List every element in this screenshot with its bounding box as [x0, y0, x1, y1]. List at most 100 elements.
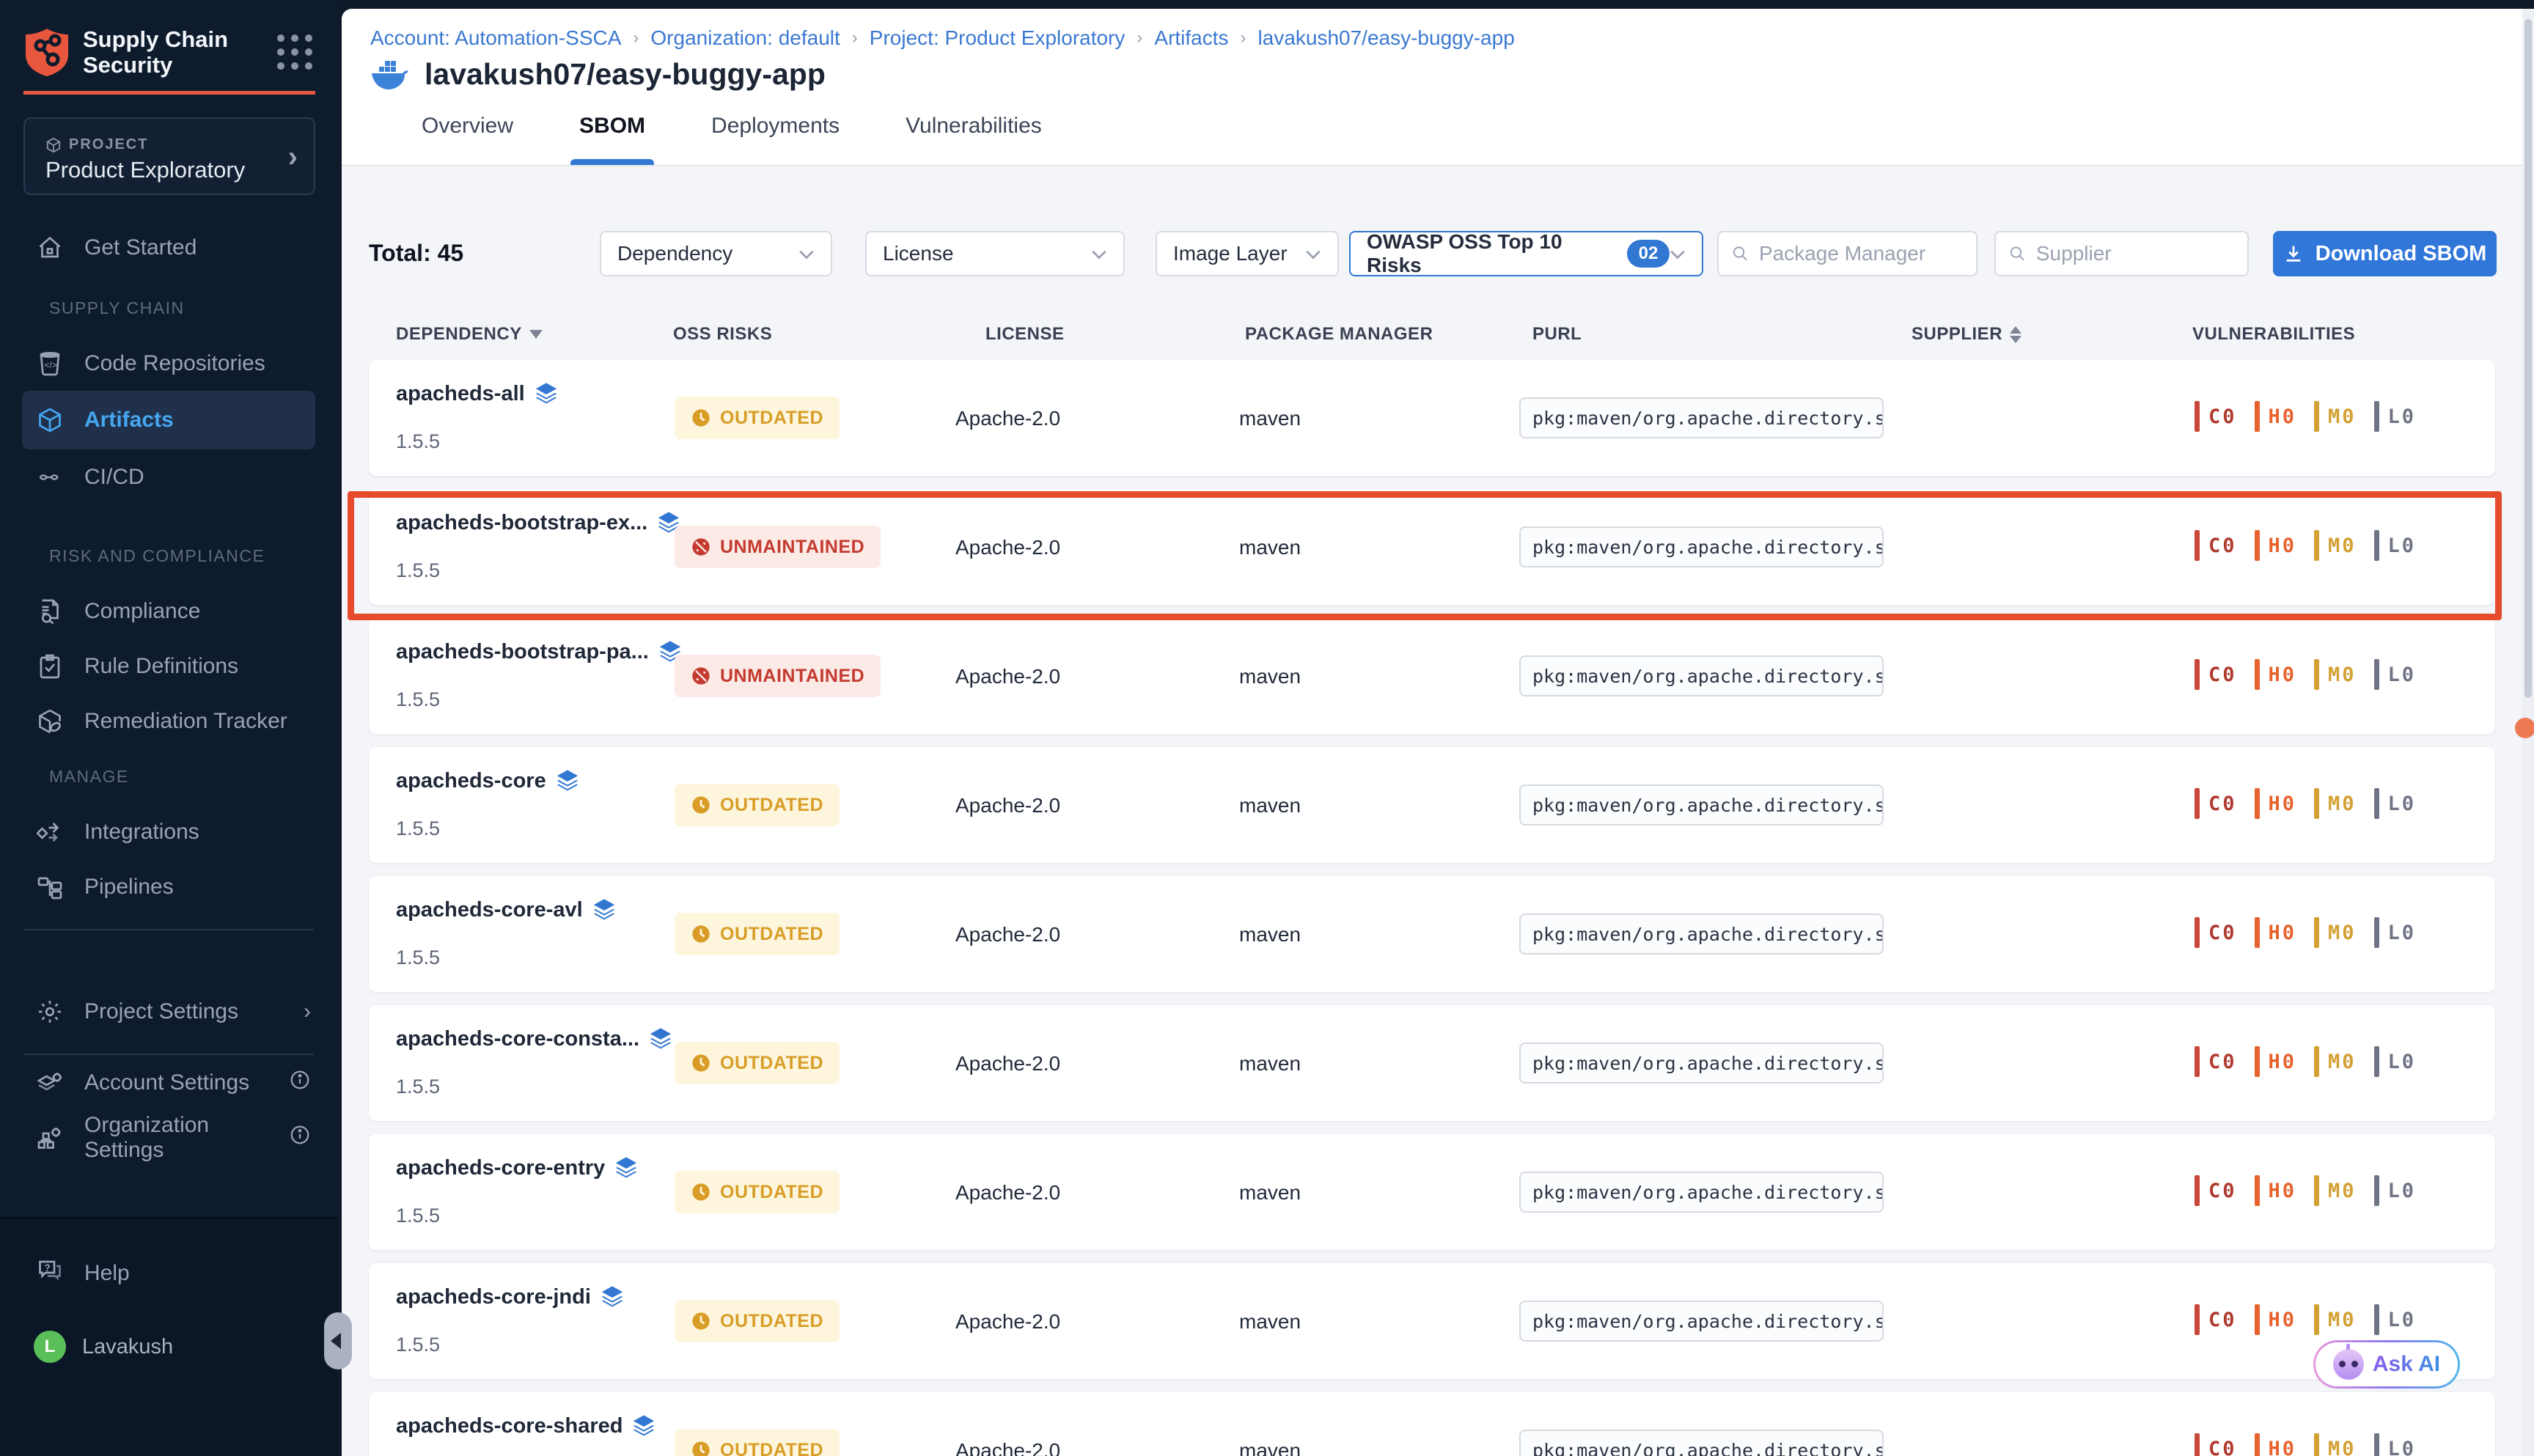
- ask-ai-button[interactable]: Ask AI: [2313, 1340, 2460, 1389]
- package-manager-search-input[interactable]: [1759, 242, 1963, 265]
- table-row[interactable]: apacheds-core1.5.5OUTDATEDApache-2.0mave…: [369, 747, 2495, 863]
- scrollbar-thumb[interactable]: [2524, 19, 2532, 698]
- dependency-name[interactable]: apacheds-core-consta...: [396, 1027, 673, 1051]
- project-selector[interactable]: PROJECT Product Exploratory ›: [23, 117, 315, 195]
- package-manager-cell: maven: [1239, 1052, 1301, 1076]
- vuln-high: H0: [2255, 659, 2297, 690]
- table-row[interactable]: apacheds-core-jndi1.5.5OUTDATEDApache-2.…: [369, 1263, 2495, 1379]
- breadcrumb-item[interactable]: Organization: default: [650, 26, 840, 50]
- sidebar-item-organization-settings[interactable]: Organization Settings: [0, 1110, 337, 1165]
- dependency-name[interactable]: apacheds-core-avl: [396, 898, 617, 922]
- oss-risk-badge: OUTDATED: [675, 1429, 840, 1456]
- outdated-clock-icon: [691, 924, 711, 944]
- sidebar-item-remediation-tracker[interactable]: Remediation Tracker: [0, 694, 337, 749]
- layers-icon: [534, 383, 559, 406]
- outdated-clock-icon: [691, 408, 711, 428]
- purl-pill[interactable]: pkg:maven/org.apache.directory.s…: [1519, 1043, 1884, 1084]
- app-switcher-icon[interactable]: [274, 32, 315, 73]
- dependency-version: 1.5.5: [396, 1205, 440, 1227]
- dependency-name[interactable]: apacheds-bootstrap-pa...: [396, 640, 683, 664]
- sidebar-item-help[interactable]: ? Help: [0, 1248, 337, 1299]
- sidebar-item-code-repositories[interactable]: </>Code Repositories: [0, 336, 337, 391]
- sidebar-collapse-handle[interactable]: [324, 1312, 352, 1369]
- table-row[interactable]: apacheds-bootstrap-ex...1.5.5UNMAINTAINE…: [369, 489, 2495, 605]
- table-row[interactable]: apacheds-core-entry1.5.5OUTDATEDApache-2…: [369, 1134, 2495, 1250]
- download-sbom-button[interactable]: Download SBOM: [2273, 231, 2497, 276]
- sidebar-item-get-started[interactable]: Get Started: [0, 220, 337, 275]
- supplier-search-input[interactable]: [2036, 242, 2234, 265]
- column-dependency[interactable]: DEPENDENCY: [396, 324, 543, 345]
- tabs: Overview SBOM Deployments Vulnerabilities: [422, 114, 1042, 165]
- breadcrumb-item[interactable]: Project: Product Exploratory: [870, 26, 1125, 50]
- dependency-filter-dropdown[interactable]: Dependency: [600, 231, 832, 276]
- purl-pill[interactable]: pkg:maven/org.apache.directory.s…: [1519, 784, 1884, 826]
- sidebar-item-artifacts[interactable]: Artifacts: [22, 391, 315, 449]
- user-menu[interactable]: L Lavakush: [0, 1321, 337, 1372]
- layers-gear-icon: [37, 1070, 63, 1096]
- purl-pill[interactable]: pkg:maven/org.apache.directory.s…: [1519, 1301, 1884, 1342]
- sidebar-item-account-settings[interactable]: Account Settings: [0, 1055, 337, 1110]
- box-tag-icon: [37, 708, 63, 735]
- purl-pill[interactable]: pkg:maven/org.apache.directory.s…: [1519, 655, 1884, 696]
- avatar: L: [34, 1331, 66, 1363]
- image-layer-filter-dropdown[interactable]: Image Layer: [1156, 231, 1339, 276]
- dependency-name[interactable]: apacheds-core: [396, 769, 580, 793]
- oss-risk-badge: UNMAINTAINED: [675, 655, 881, 697]
- table-row[interactable]: apacheds-core-shared1.5.5OUTDATEDApache-…: [369, 1392, 2495, 1456]
- unmaintained-icon: [691, 537, 711, 557]
- vuln-high: H0: [2255, 1433, 2297, 1456]
- home-icon: [37, 235, 63, 261]
- sidebar-item-label: Project Settings: [84, 999, 238, 1024]
- package-manager-cell: maven: [1239, 407, 1301, 430]
- sidebar-item-integrations[interactable]: Integrations: [0, 804, 337, 859]
- purl-pill[interactable]: pkg:maven/org.apache.directory.s…: [1519, 1430, 1884, 1456]
- breadcrumb-item[interactable]: Account: Automation-SSCA: [370, 26, 621, 50]
- user-name: Lavakush: [82, 1335, 173, 1359]
- org-gear-icon: [37, 1125, 63, 1151]
- purl-pill[interactable]: pkg:maven/org.apache.directory.s…: [1519, 1172, 1884, 1213]
- sidebar-item-cicd[interactable]: CI/CD: [0, 449, 337, 504]
- owasp-risks-filter-dropdown[interactable]: OWASP OSS Top 10 Risks 02: [1349, 231, 1703, 276]
- table-row[interactable]: apacheds-bootstrap-pa...1.5.5UNMAINTAINE…: [369, 618, 2495, 734]
- tab-deployments[interactable]: Deployments: [711, 114, 840, 165]
- outdated-clock-icon: [691, 1053, 711, 1073]
- table-row[interactable]: apacheds-core-consta...1.5.5OUTDATEDApac…: [369, 1005, 2495, 1121]
- tab-sbom[interactable]: SBOM: [579, 114, 645, 165]
- dependency-name[interactable]: apacheds-all: [396, 382, 559, 406]
- vuln-medium: M0: [2314, 1433, 2357, 1456]
- page-header: Account: Automation-SSCA›Organization: d…: [342, 9, 2522, 166]
- column-license: LICENSE: [985, 324, 1065, 345]
- vulnerabilities-cell: C0H0M0L0: [2195, 1175, 2416, 1206]
- sidebar-item-pipelines[interactable]: Pipelines: [0, 859, 337, 914]
- table-row[interactable]: apacheds-core-avl1.5.5OUTDATEDApache-2.0…: [369, 876, 2495, 992]
- column-supplier[interactable]: SUPPLIER: [1911, 324, 2021, 345]
- dependency-name[interactable]: apacheds-core-entry: [396, 1156, 639, 1180]
- package-manager-search: [1717, 231, 1977, 276]
- dependency-name[interactable]: apacheds-core-jndi: [396, 1285, 625, 1309]
- sidebar-item-compliance[interactable]: Compliance: [0, 584, 337, 639]
- purl-pill[interactable]: pkg:maven/org.apache.directory.s…: [1519, 526, 1884, 567]
- column-vulnerabilities: VULNERABILITIES: [2192, 324, 2355, 345]
- vuln-high: H0: [2255, 917, 2297, 948]
- unmaintained-icon: [691, 666, 711, 686]
- dependency-name[interactable]: apacheds-core-shared: [396, 1414, 656, 1438]
- breadcrumb-item[interactable]: lavakush07/easy-buggy-app: [1258, 26, 1515, 50]
- search-icon: [1732, 244, 1749, 263]
- layers-icon: [648, 1028, 673, 1051]
- table-row[interactable]: apacheds-all1.5.5OUTDATEDApache-2.0maven…: [369, 360, 2495, 476]
- dependency-name[interactable]: apacheds-bootstrap-ex...: [396, 511, 681, 535]
- license-cell: Apache-2.0: [955, 1181, 1060, 1205]
- purl-pill[interactable]: pkg:maven/org.apache.directory.s…: [1519, 397, 1884, 438]
- tab-vulnerabilities[interactable]: Vulnerabilities: [906, 114, 1042, 165]
- package-manager-cell: maven: [1239, 1439, 1301, 1456]
- table-header: DEPENDENCY OSS RISKS LICENSE PACKAGE MAN…: [342, 324, 2522, 349]
- license-filter-dropdown[interactable]: License: [865, 231, 1125, 276]
- purl-pill[interactable]: pkg:maven/org.apache.directory.s…: [1519, 913, 1884, 955]
- content-panel: Account: Automation-SSCA›Organization: d…: [342, 9, 2522, 1456]
- breadcrumb-item[interactable]: Artifacts: [1154, 26, 1228, 50]
- sidebar-item-rule-definitions[interactable]: Rule Definitions: [0, 639, 337, 694]
- nav-section-supply-chain: SUPPLY CHAIN: [0, 293, 337, 323]
- tab-overview[interactable]: Overview: [422, 114, 513, 165]
- package-manager-cell: maven: [1239, 794, 1301, 817]
- sidebar-item-project-settings[interactable]: Project Settings›: [0, 984, 337, 1039]
